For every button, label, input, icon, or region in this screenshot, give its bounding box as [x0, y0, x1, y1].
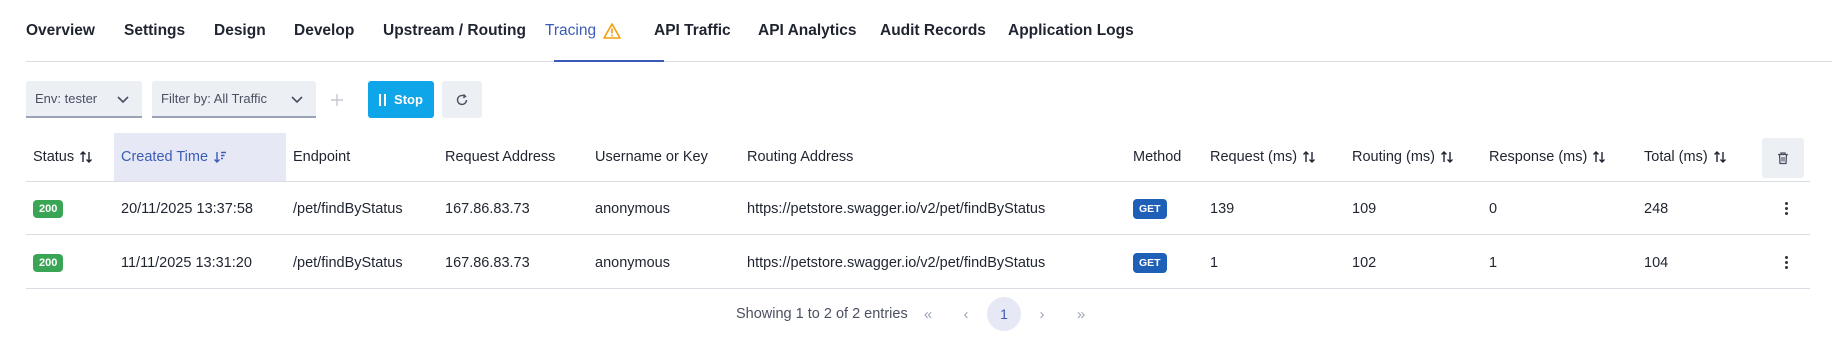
routing-address-cell: https://petstore.swagger.io/v2/pet/findB…: [747, 254, 1046, 271]
column-header-created-time[interactable]: Created Time: [114, 133, 286, 181]
traffic-filter-select[interactable]: Filter by: All Traffic: [152, 81, 316, 118]
tab-upstream-routing[interactable]: Upstream / Routing: [383, 0, 526, 62]
sort-icon: [1440, 150, 1454, 164]
warning-icon: [603, 23, 621, 39]
status-badge: 200: [33, 253, 64, 272]
sort-descending-icon: [213, 150, 227, 164]
tab-design[interactable]: Design: [214, 0, 266, 62]
column-label: Routing (ms): [1352, 149, 1435, 165]
pagination-summary: Showing 1 to 2 of 2 entries: [736, 306, 908, 322]
column-label: Response (ms): [1489, 149, 1588, 165]
column-header-status[interactable]: Status: [33, 133, 93, 181]
active-tab-indicator: [554, 60, 664, 62]
total-ms-cell: 104: [1644, 254, 1669, 271]
tab-audit-records[interactable]: Audit Records: [880, 0, 986, 62]
first-page-button[interactable]: «: [911, 297, 945, 331]
column-header-total-ms[interactable]: Total (ms): [1644, 133, 1727, 181]
tab-api-analytics[interactable]: API Analytics: [758, 0, 857, 62]
response-ms-cell: 0: [1489, 200, 1498, 217]
total-ms-cell: 248: [1644, 200, 1669, 217]
tab-settings[interactable]: Settings: [124, 0, 185, 62]
tab-application-logs[interactable]: Application Logs: [1008, 0, 1134, 62]
response-ms-cell: 1: [1489, 254, 1498, 271]
plus-icon: [330, 93, 343, 106]
status-badge: 200: [33, 199, 64, 218]
column-label: Request (ms): [1210, 149, 1298, 165]
stop-button-label: Stop: [394, 92, 423, 107]
refresh-button[interactable]: [442, 81, 482, 118]
method-badge: GET: [1133, 252, 1167, 273]
sort-icon: [1302, 150, 1316, 164]
created-time-cell: 20/11/2025 13:37:58: [121, 200, 253, 217]
previous-page-button[interactable]: ‹: [949, 297, 983, 331]
created-time-cell: 11/11/2025 13:31:20: [121, 254, 252, 271]
sort-icon: [1713, 150, 1727, 164]
trash-icon: [1778, 152, 1788, 165]
refresh-icon: [456, 93, 468, 105]
request-address-cell: 167.86.83.73: [445, 254, 530, 271]
username-cell: anonymous: [595, 200, 670, 217]
tab-overview[interactable]: Overview: [26, 0, 95, 62]
sort-icon: [79, 150, 93, 164]
tab-api-traffic[interactable]: API Traffic: [654, 0, 731, 62]
column-header-request-address: Request Address: [445, 149, 556, 165]
username-cell: anonymous: [595, 254, 670, 271]
sort-icon: [1592, 150, 1606, 164]
routing-address-cell: https://petstore.swagger.io/v2/pet/findB…: [747, 200, 1046, 217]
tab-tracing[interactable]: Tracing: [545, 0, 621, 62]
row-menu-icon[interactable]: [1776, 182, 1796, 235]
env-select-label: Env: tester: [35, 91, 98, 106]
routing-ms-cell: 109: [1352, 200, 1377, 217]
column-header-response-ms[interactable]: Response (ms): [1489, 133, 1606, 181]
pause-icon: [379, 93, 387, 106]
stop-button[interactable]: Stop: [368, 81, 434, 118]
column-label: Created Time: [121, 149, 209, 165]
column-header-endpoint: Endpoint: [293, 149, 351, 165]
endpoint-cell: /pet/findByStatus: [293, 254, 403, 271]
column-header-username: Username or Key: [595, 149, 708, 165]
column-header-request-ms[interactable]: Request (ms): [1210, 133, 1316, 181]
column-label: Total (ms): [1644, 149, 1708, 165]
table-header: Status Created Time Endpoint Request Add…: [26, 133, 1810, 182]
request-address-cell: 167.86.83.73: [445, 200, 530, 217]
method-badge: GET: [1133, 198, 1167, 219]
endpoint-cell: /pet/findByStatus: [293, 200, 403, 217]
request-ms-cell: 1: [1210, 254, 1219, 271]
add-filter-button[interactable]: [320, 81, 353, 118]
last-page-button[interactable]: »: [1064, 297, 1098, 331]
routing-ms-cell: 102: [1352, 254, 1377, 271]
column-header-method: Method: [1133, 149, 1182, 165]
table-row[interactable]: 200 11/11/2025 13:31:20 /pet/findByStatu…: [26, 236, 1810, 289]
row-menu-icon[interactable]: [1776, 236, 1796, 289]
env-select[interactable]: Env: tester: [26, 81, 142, 118]
traffic-filter-label: Filter by: All Traffic: [161, 91, 267, 106]
clear-traces-button[interactable]: [1762, 138, 1804, 178]
tab-bar: Overview Settings Design Develop Upstrea…: [26, 0, 1832, 62]
chevron-down-icon: [290, 92, 304, 109]
page-button-current[interactable]: 1: [987, 297, 1021, 331]
chevron-down-icon: [116, 92, 130, 109]
tab-tracing-label: Tracing: [545, 22, 597, 39]
column-header-routing-address: Routing Address: [747, 149, 854, 165]
request-ms-cell: 139: [1210, 200, 1235, 217]
column-header-routing-ms[interactable]: Routing (ms): [1352, 133, 1454, 181]
table-row[interactable]: 200 20/11/2025 13:37:58 /pet/findByStatu…: [26, 182, 1810, 235]
column-label: Status: [33, 149, 75, 165]
tab-develop[interactable]: Develop: [294, 0, 354, 62]
next-page-button[interactable]: ›: [1025, 297, 1059, 331]
